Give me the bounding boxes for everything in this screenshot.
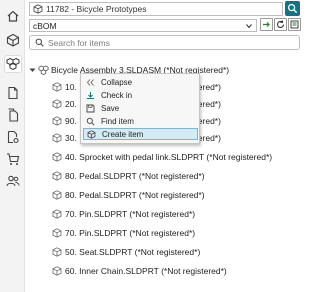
home-icon[interactable] (4, 7, 22, 25)
bom-type-select[interactable]: cBOM (29, 19, 257, 32)
collapse-icon (84, 76, 96, 88)
chevron-down-icon (246, 24, 252, 29)
tree-row[interactable]: 50. Seat.SLDPRT (*Not registered*) (52, 246, 200, 258)
tree-row-label: 50. Seat.SLDPRT (*Not registered*) (65, 247, 201, 257)
tree-row[interactable]: 60. Inner Chain.SLDPRT (*Not registered*… (52, 265, 227, 277)
tree-row-label: 70. Pin.SLDPRT (*Not registered*) (65, 209, 196, 219)
menu-item-label: Save (101, 103, 120, 113)
menu-item-label: Collapse (101, 77, 133, 87)
files-icon[interactable] (4, 106, 22, 124)
tree-row[interactable]: 40. Sprocket with pedal link.SLDPRT (*No… (52, 151, 272, 163)
menu-item-find-item[interactable]: Find item (83, 115, 198, 127)
part-icon (52, 152, 62, 162)
check-in-icon (84, 89, 96, 101)
users-icon[interactable] (4, 172, 22, 190)
tree-row-label: 70. Pin.SLDPRT (*Not registered*) (65, 228, 196, 238)
tree-row-label: 30. (65, 133, 77, 143)
tree-row-label: 60. Inner Chain.SLDPRT (*Not registered*… (65, 266, 227, 276)
part-icon (52, 209, 62, 219)
part-icon (52, 99, 62, 109)
part-icon (52, 247, 62, 257)
tree-row[interactable]: 80. Pedal.SLDPRT (*Not registered*) (52, 170, 205, 182)
bom-icon (290, 20, 299, 29)
cart-icon[interactable] (4, 150, 22, 168)
menu-item-save[interactable]: Save (83, 102, 198, 114)
tree-row-label: 90. (65, 116, 77, 126)
tree-row[interactable]: 30. (52, 132, 77, 144)
search-button[interactable] (285, 1, 300, 16)
part-icon (52, 266, 62, 276)
tree-row[interactable]: 10. (52, 81, 77, 93)
menu-item-label: Check in (101, 90, 133, 100)
document-gear-icon[interactable] (4, 128, 22, 146)
tree-row[interactable]: 70. Pin.SLDPRT (*Not registered*) (52, 208, 195, 220)
search-icon (287, 3, 298, 14)
search-input[interactable] (48, 37, 288, 48)
refresh-button[interactable] (274, 18, 287, 31)
bom-settings-button[interactable] (288, 18, 301, 31)
export-button[interactable] (260, 18, 273, 31)
menu-item-label: Find item (101, 116, 134, 126)
tree-row[interactable]: 90. (52, 115, 77, 127)
menu-item-check-in[interactable]: Check in (83, 89, 198, 101)
refresh-icon (276, 20, 285, 28)
bom-type-value: cBOM (33, 20, 57, 31)
item-search-bar[interactable] (29, 35, 300, 50)
left-sidebar (0, 0, 25, 292)
save-icon (84, 102, 96, 114)
export-icon (263, 22, 270, 27)
tree-row-label: 10. (65, 82, 77, 92)
project-title: 11782 - Bicycle Prototypes (46, 4, 147, 14)
part-icon (52, 228, 62, 238)
tree-row[interactable]: 80. Pedal.SLDPRT (*Not registered*) (52, 189, 205, 201)
tree-row-label: 40. Sprocket with pedal link.SLDPRT (*No… (65, 152, 273, 162)
assembly-icon (38, 65, 49, 75)
create-item-icon (85, 128, 97, 140)
part-icon (52, 116, 62, 126)
menu-item-create-item[interactable]: Create item (83, 128, 198, 140)
tree-row-label: 80. Pedal.SLDPRT (*Not registered*) (65, 171, 205, 181)
main-panel: 11782 - Bicycle Prototypes cBOM Bicycle … (26, 0, 301, 292)
document-icon[interactable] (4, 84, 22, 102)
tree-row[interactable]: 70. Pin.SLDPRT (*Not registered*) (52, 227, 195, 239)
structure-icon[interactable] (4, 55, 22, 73)
tree-row-label: 20. (65, 99, 77, 109)
part-icon (52, 82, 62, 92)
part-icon (52, 190, 62, 200)
box-icon (33, 4, 43, 14)
tree-row-label: 80. Pedal.SLDPRT (*Not registered*) (65, 190, 205, 200)
cube-icon[interactable] (4, 31, 22, 49)
menu-item-label: Create item (102, 129, 144, 139)
tree-row[interactable]: 20. (52, 98, 77, 110)
context-menu: Collapse Check in Save Find item Create … (80, 73, 200, 144)
part-icon (52, 171, 62, 181)
menu-item-collapse[interactable]: Collapse (83, 76, 198, 88)
part-icon (52, 133, 62, 143)
find-icon (84, 115, 96, 127)
project-title-field[interactable]: 11782 - Bicycle Prototypes (29, 2, 283, 16)
search-icon (35, 38, 44, 47)
expander-icon[interactable] (29, 67, 36, 74)
